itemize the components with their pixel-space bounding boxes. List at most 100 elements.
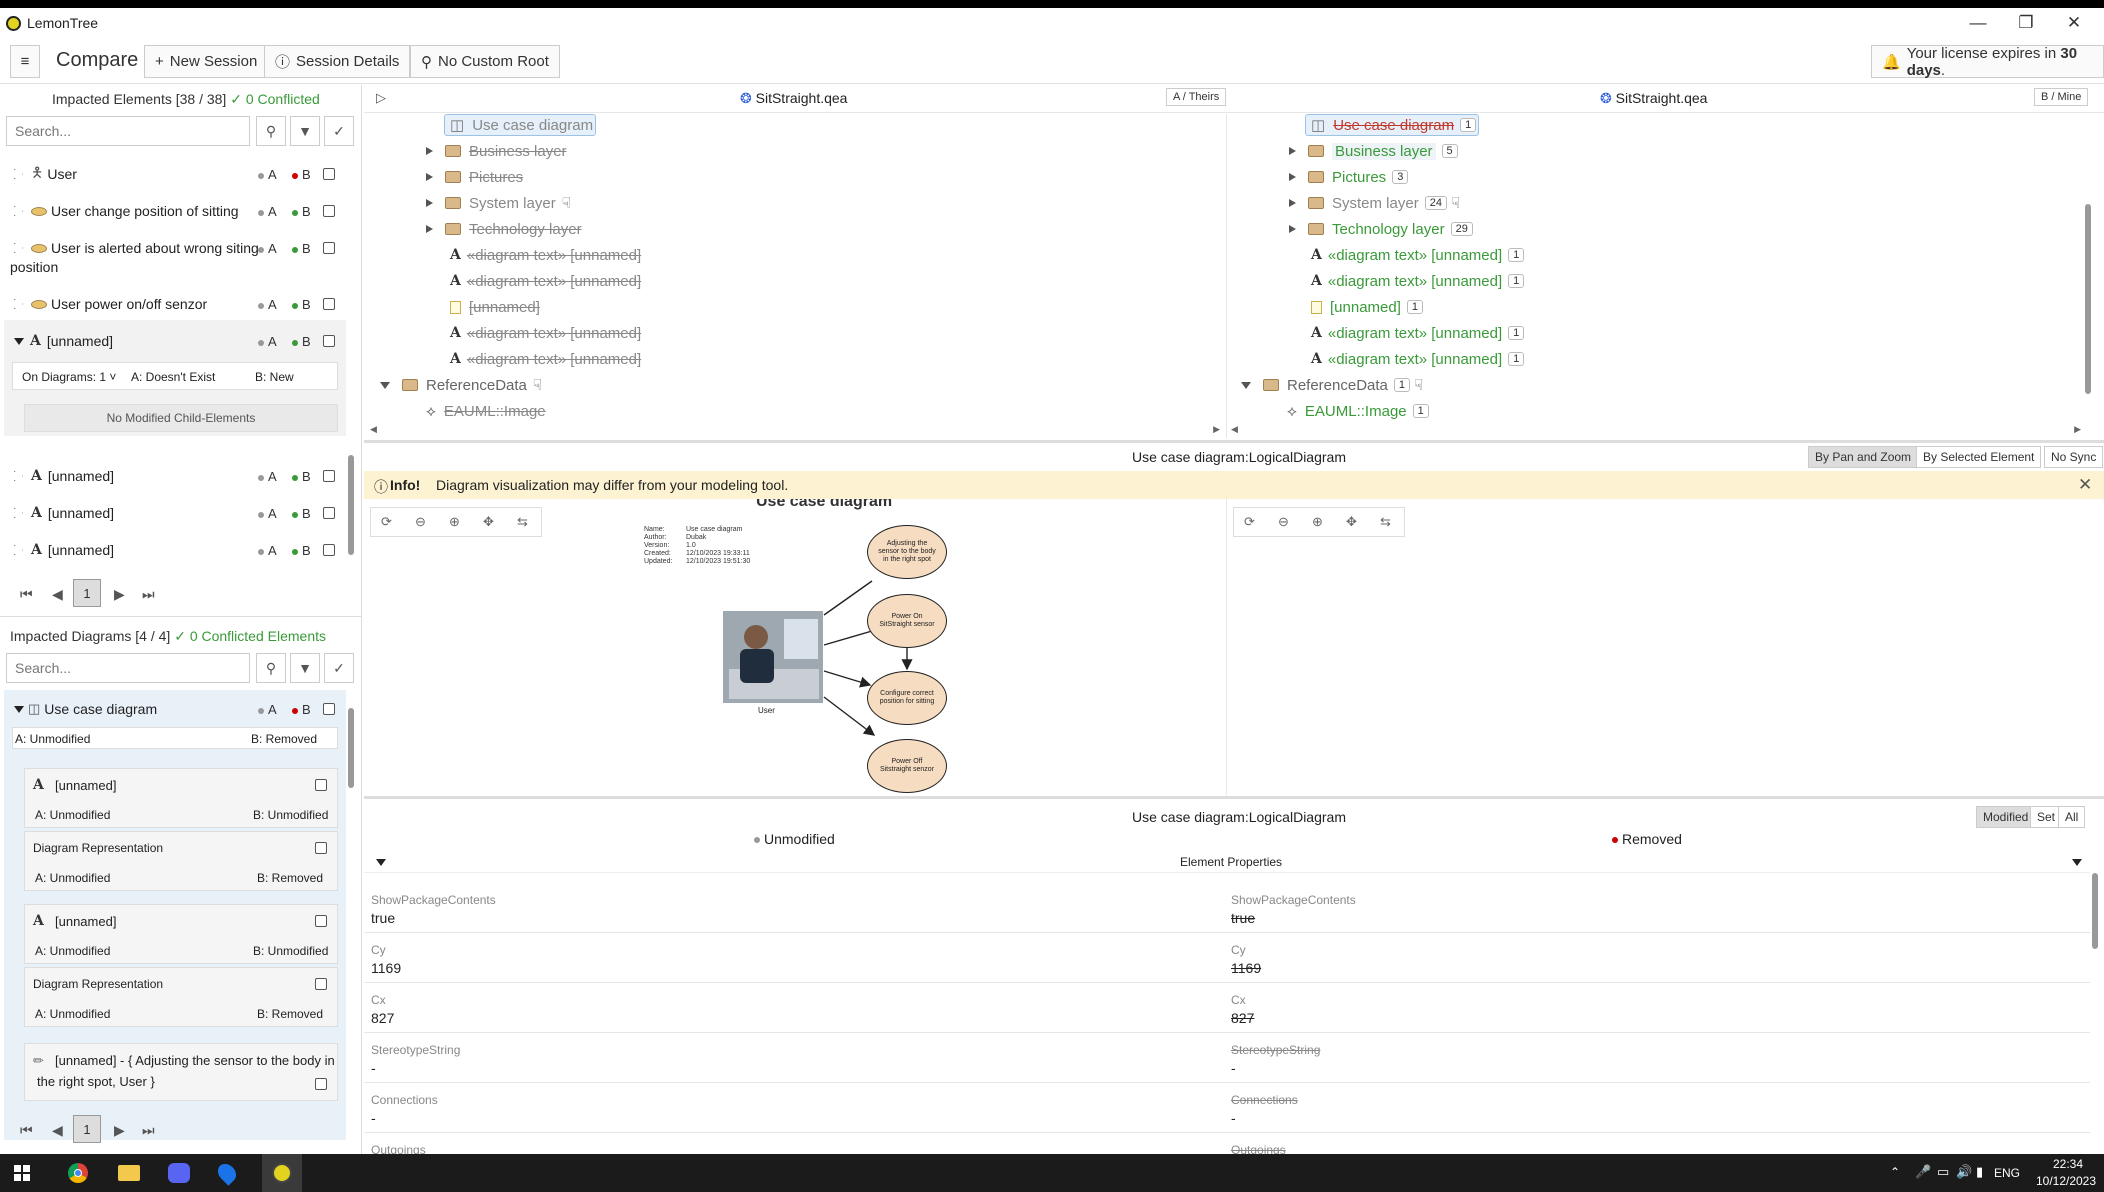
close-icon[interactable]: ✕ <box>2078 475 2092 495</box>
diagram-subitem[interactable]: A [unnamed] A: Unmodified B: Unmodified <box>24 768 338 828</box>
properties-scrollbar[interactable] <box>2090 855 2100 1155</box>
last-page-icon[interactable]: ⏭ <box>142 1122 155 1139</box>
left-tree-hscrollbar[interactable]: ◀ ▶ <box>370 424 1220 434</box>
subitem-checkbox[interactable] <box>315 842 327 854</box>
tree-item[interactable]: A «diagram text» [unnamed] <box>450 347 641 371</box>
on-diagrams-dropdown[interactable]: On Diagrams: 1 ˅ <box>22 370 116 384</box>
network-icon[interactable]: ▭ <box>1937 1164 1949 1180</box>
filter-icon[interactable]: ▼ <box>290 653 320 683</box>
usecase-node[interactable]: Configure correct position for sitting <box>867 671 947 725</box>
tree-item[interactable]: System layer 24 ☟ <box>1289 191 1460 215</box>
expand-panel-icon[interactable]: ▷ <box>376 90 386 106</box>
collapse-icon[interactable] <box>14 705 24 713</box>
sync-pan-zoom-button[interactable]: By Pan and Zoom <box>1808 446 1919 468</box>
diagram-subitem[interactable]: ✏ [unnamed] - { Adjusting the sensor to … <box>24 1043 338 1101</box>
search-icon[interactable]: ⚲ <box>256 653 286 683</box>
chrome-icon[interactable] <box>68 1163 88 1183</box>
collapse-icon[interactable] <box>2072 859 2082 866</box>
expand-icon[interactable] <box>14 243 23 253</box>
windows-start-icon[interactable] <box>14 1165 30 1181</box>
tree-item[interactable]: A «diagram text» [unnamed] 1 <box>1311 321 1525 345</box>
tree-item[interactable]: Pictures 3 <box>1289 165 1409 189</box>
language-indicator[interactable]: ENG <box>1994 1166 2020 1180</box>
page-number[interactable]: 1 <box>73 579 101 607</box>
expand-icon[interactable] <box>14 508 23 518</box>
element-checkbox[interactable] <box>323 544 335 556</box>
elements-search-input[interactable]: Search... <box>6 116 250 146</box>
element-checkbox[interactable] <box>323 205 335 217</box>
tree-item[interactable]: Technology layer <box>426 217 582 241</box>
discord-icon[interactable] <box>168 1163 190 1183</box>
diagrams-search-input[interactable]: Search... <box>6 653 250 683</box>
last-page-icon[interactable]: ⏭ <box>142 586 155 603</box>
collapse-icon[interactable] <box>1241 381 1251 389</box>
tree-item[interactable]: ⟡ EAUML::Image 1 <box>1287 399 1429 423</box>
maps-icon[interactable] <box>214 1160 240 1186</box>
first-page-icon[interactable]: ⏮ <box>20 1122 33 1139</box>
usecase-node[interactable]: Adjusting the sensor to the body in the … <box>867 525 947 579</box>
next-page-icon[interactable]: ▶ <box>114 586 125 603</box>
tree-item[interactable]: ⟡ EAUML::Image <box>426 399 546 423</box>
tree-item[interactable]: ◫ Use case diagram <box>450 114 593 137</box>
lemontree-taskbar-button[interactable] <box>262 1154 302 1192</box>
tree-item[interactable]: [unnamed] <box>450 295 540 319</box>
file-explorer-icon[interactable] <box>118 1165 140 1181</box>
battery-icon[interactable]: ▮ <box>1976 1164 1983 1180</box>
expand-icon[interactable] <box>426 225 433 233</box>
tree-item[interactable]: A «diagram text» [unnamed] 1 <box>1311 269 1525 293</box>
usecase-node[interactable]: Power Off Sitstraight senzor <box>867 739 947 793</box>
expand-icon[interactable] <box>426 147 433 155</box>
element-checkbox[interactable] <box>323 335 335 347</box>
diagram-subitem[interactable]: Diagram Representation A: Unmodified B: … <box>24 967 338 1027</box>
close-window-icon[interactable]: ✕ <box>2050 8 2098 38</box>
right-tree-hscrollbar[interactable]: ◀ ▶ <box>1231 424 2081 434</box>
tree-item[interactable]: A «diagram text» [unnamed] 1 <box>1311 347 1525 371</box>
tree-item[interactable]: A «diagram text» [unnamed] 1 <box>1311 243 1525 267</box>
element-checkbox[interactable] <box>323 242 335 254</box>
tree-item[interactable]: A «diagram text» [unnamed] <box>450 269 641 293</box>
subitem-checkbox[interactable] <box>315 915 327 927</box>
new-session-button[interactable]: + New Session <box>144 45 269 78</box>
refresh-icon[interactable]: ⟳ <box>1244 514 1255 530</box>
chevron-up-icon[interactable]: ⌃ <box>1890 1165 1900 1179</box>
expand-icon[interactable] <box>14 206 23 216</box>
next-page-icon[interactable]: ▶ <box>114 1122 125 1139</box>
tree-item[interactable]: Business layer 5 <box>1289 139 1458 163</box>
tree-item[interactable]: Business layer <box>426 139 567 163</box>
element-properties-header[interactable]: Element Properties <box>364 851 2090 873</box>
session-details-button[interactable]: ⓘ Session Details <box>264 45 411 78</box>
element-checkbox[interactable] <box>323 298 335 310</box>
diagram-checkbox[interactable] <box>323 703 335 715</box>
collapse-icon[interactable] <box>14 337 24 345</box>
expand-icon[interactable] <box>1289 225 1296 233</box>
restore-icon[interactable]: ❐ <box>2002 8 2050 38</box>
tree-item[interactable]: A «diagram text» [unnamed] <box>450 243 641 267</box>
element-checkbox[interactable] <box>323 470 335 482</box>
first-page-icon[interactable]: ⏮ <box>20 586 33 603</box>
use-case-diagram-canvas[interactable] <box>364 499 1226 795</box>
subitem-checkbox[interactable] <box>315 978 327 990</box>
zoom-out-icon[interactable]: ⊖ <box>1278 514 1289 530</box>
no-custom-root-button[interactable]: ⚲ No Custom Root <box>410 45 560 78</box>
expand-icon[interactable] <box>1289 199 1296 207</box>
prev-page-icon[interactable]: ◀ <box>52 1122 63 1139</box>
no-sync-button[interactable]: No Sync <box>2044 446 2104 468</box>
tree-item[interactable]: A «diagram text» [unnamed] <box>450 321 641 345</box>
element-checkbox[interactable] <box>323 507 335 519</box>
collapse-icon[interactable] <box>376 859 386 866</box>
diagram-subitem[interactable]: A [unnamed] A: Unmodified B: Unmodified <box>24 904 338 964</box>
subitem-checkbox[interactable] <box>315 1078 327 1090</box>
clock-time[interactable]: 22:34 <box>2042 1157 2094 1171</box>
license-notice[interactable]: 🔔 Your license expires in 30 days. <box>1871 45 2104 79</box>
diagram-subitem[interactable]: Diagram Representation A: Unmodified B: … <box>24 831 338 891</box>
elements-scrollbar[interactable] <box>347 155 355 565</box>
filter-modified-button[interactable]: Modified <box>1976 806 2036 828</box>
expand-icon[interactable] <box>426 199 433 207</box>
subitem-checkbox[interactable] <box>315 779 327 791</box>
collapse-icon[interactable] <box>380 381 390 389</box>
expand-icon[interactable] <box>1289 173 1296 181</box>
expand-icon[interactable] <box>14 545 23 555</box>
expand-icon[interactable] <box>14 169 23 179</box>
element-checkbox[interactable] <box>323 168 335 180</box>
expand-icon[interactable] <box>14 299 23 309</box>
